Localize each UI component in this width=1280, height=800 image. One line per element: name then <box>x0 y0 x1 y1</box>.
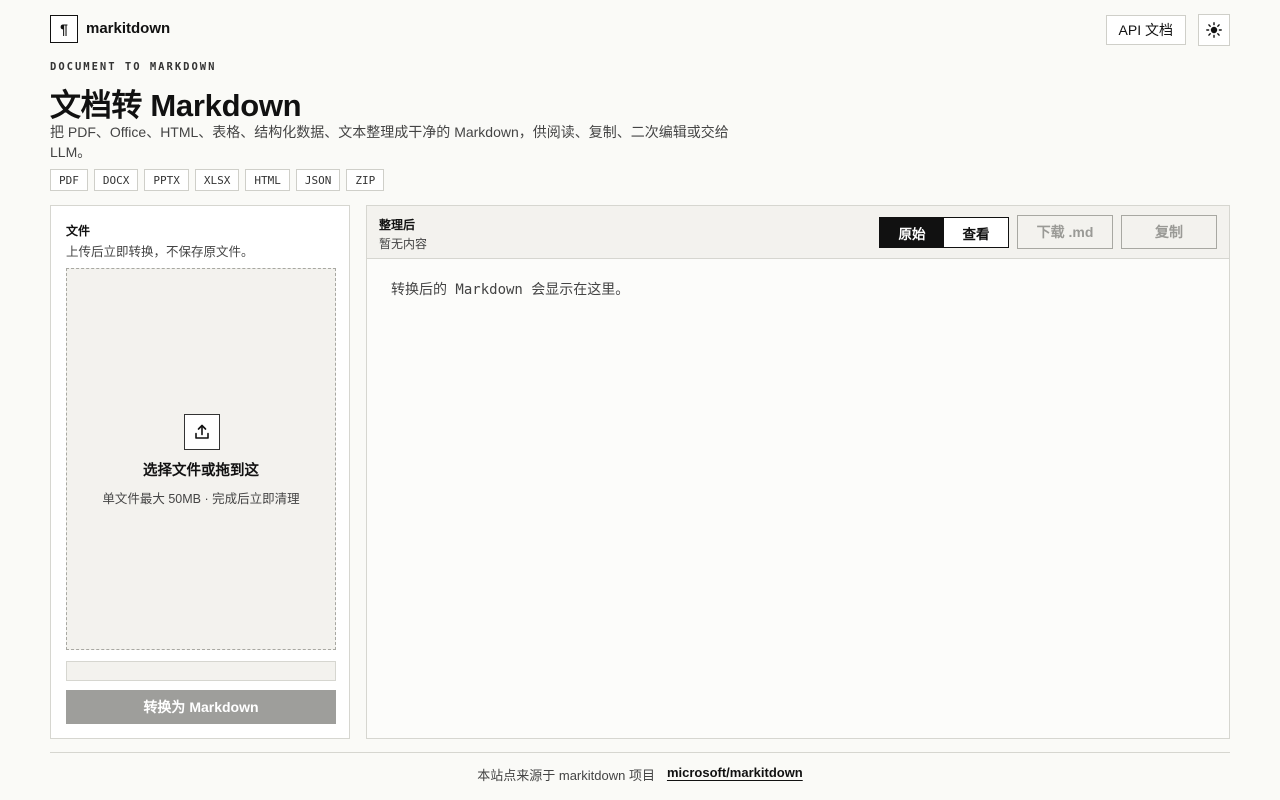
page: ¶ markitdown API 文档 DOCUMENT TO MARKDOWN… <box>0 0 1280 800</box>
upload-progress-bar <box>66 661 336 681</box>
copy-button[interactable]: 复制 <box>1121 215 1217 249</box>
brand-name: markitdown <box>86 20 171 37</box>
logo-icon: ¶ <box>50 15 78 43</box>
format-chip: DOCX <box>93 169 139 191</box>
upload-icon <box>184 414 220 450</box>
download-md-button[interactable]: 下载 .md <box>1017 215 1113 249</box>
footer-divider <box>50 752 1230 753</box>
sun-icon <box>1206 22 1222 38</box>
page-title: 文档转 Markdown <box>50 88 302 123</box>
dropzone-hint: 单文件最大 50MB · 完成后立即清理 <box>102 492 300 506</box>
output-header: 整理后 暂无内容 原始 查看 下载 .md 复制 <box>367 206 1229 259</box>
format-chip: HTML <box>245 169 290 191</box>
top-bar: ¶ markitdown API 文档 <box>50 14 1230 46</box>
footer-text: 本站点来源于 markitdown 项目 <box>477 768 655 783</box>
format-chip: PDF <box>50 169 88 191</box>
dropzone-title: 选择文件或拖到这 <box>143 463 259 479</box>
format-chip: ZIP <box>346 169 385 191</box>
output-placeholder: 转换后的 Markdown 会显示在这里。 <box>391 282 630 298</box>
upload-panel-subtitle: 上传后立即转换，不保存原文件。 <box>66 245 254 259</box>
output-panel: 整理后 暂无内容 原始 查看 下载 .md 复制 转换后的 Markdown 会… <box>366 205 1230 739</box>
footer: 本站点来源于 markitdown 项目 microsoft/markitdow… <box>0 765 1280 784</box>
api-docs-button[interactable]: API 文档 <box>1105 15 1186 45</box>
tab-raw[interactable]: 原始 <box>880 218 944 247</box>
output-status: 暂无内容 <box>379 237 428 251</box>
format-chip: JSON <box>295 169 341 191</box>
github-repo-link[interactable]: microsoft/markitdown <box>667 765 803 784</box>
view-mode-toggle: 原始 查看 <box>879 217 1009 248</box>
eyebrow-label: DOCUMENT TO MARKDOWN <box>50 61 217 73</box>
upload-panel: 文件 上传后立即转换，不保存原文件。 选择文件或拖到这 单文件最大 50MB ·… <box>50 205 350 739</box>
upload-panel-title: 文件 <box>66 224 91 238</box>
file-dropzone[interactable]: 选择文件或拖到这 单文件最大 50MB · 完成后立即清理 <box>66 268 336 650</box>
format-chip: XLSX <box>194 169 240 191</box>
tab-preview[interactable]: 查看 <box>944 218 1008 247</box>
convert-button[interactable]: 转换为 Markdown <box>66 690 336 724</box>
page-description: 把 PDF、Office、HTML、表格、结构化数据、文本整理成干净的 Mark… <box>50 124 729 160</box>
format-chips: PDF DOCX PPTX XLSX HTML JSON ZIP <box>50 169 385 191</box>
theme-toggle-button[interactable] <box>1198 14 1230 46</box>
output-title: 整理后 <box>379 218 416 232</box>
format-chip: PPTX <box>144 169 189 191</box>
